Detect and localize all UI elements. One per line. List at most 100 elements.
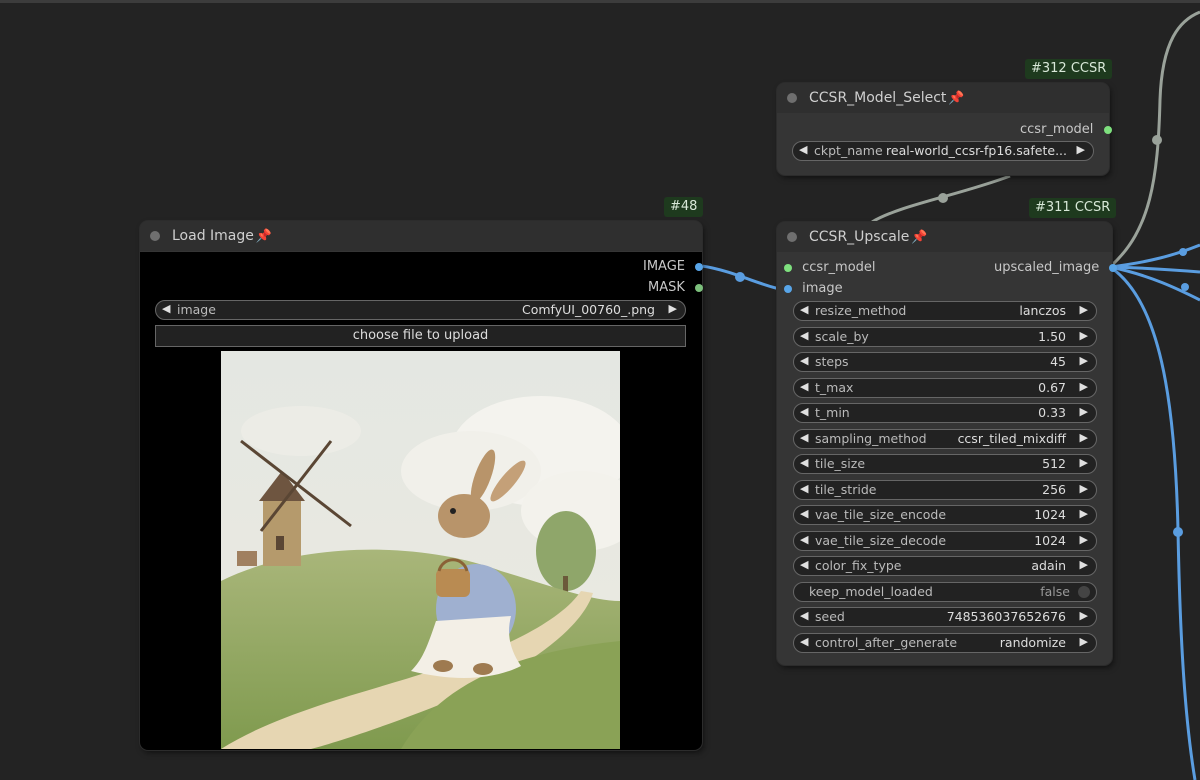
decrement-arrow-icon[interactable]: ◀	[800, 431, 808, 444]
output-slot-image[interactable]: IMAGE	[643, 259, 704, 274]
link-upscaled-out-1	[1109, 243, 1200, 269]
input-slot-ccsr-model[interactable]: ccsr_model	[784, 260, 876, 275]
increment-arrow-icon[interactable]: ▶	[1080, 380, 1088, 393]
decrement-arrow-icon[interactable]: ◀	[800, 380, 808, 393]
slot-label: upscaled_image	[994, 260, 1100, 275]
increment-arrow-icon[interactable]: ▶	[1080, 635, 1088, 648]
input-slot-image[interactable]: image	[784, 281, 843, 296]
increment-arrow-icon[interactable]: ▶	[669, 302, 677, 315]
decrement-arrow-icon[interactable]: ◀	[800, 456, 808, 469]
widget-vae-tile-size-encode[interactable]: ◀ vae_tile_size_encode 1024 ▶	[793, 505, 1097, 525]
widget-value: 1.50	[1038, 328, 1066, 344]
increment-arrow-icon[interactable]: ▶	[1080, 303, 1088, 316]
decrement-arrow-icon[interactable]: ◀	[800, 482, 808, 495]
widget-steps[interactable]: ◀ steps 45 ▶	[793, 352, 1097, 372]
decrement-arrow-icon[interactable]: ◀	[800, 558, 808, 571]
widget-label: t_max	[815, 379, 854, 395]
slot-label: ccsr_model	[802, 260, 876, 275]
decrement-arrow-icon[interactable]: ◀	[800, 354, 808, 367]
output-slot-upscaled-image[interactable]: upscaled_image	[994, 260, 1118, 275]
node-id-badge: #311 CCSR	[1029, 198, 1117, 218]
widget-label: steps	[815, 354, 849, 369]
node-title: CCSR_Upscale	[809, 229, 910, 245]
pin-icon: 📌	[948, 90, 965, 106]
widget-seed[interactable]: ◀ seed 748536037652676 ▶	[793, 607, 1097, 627]
link-reroute-dot	[1173, 527, 1183, 537]
widget-color-fix-type[interactable]: ◀ color_fix_type adain ▶	[793, 556, 1097, 576]
choose-file-button[interactable]: choose file to upload	[155, 325, 686, 347]
node-header[interactable]: CCSR_Upscale 📌	[777, 222, 1112, 252]
node-header[interactable]: Load Image 📌	[140, 221, 702, 251]
slot-dot-icon[interactable]	[695, 262, 704, 271]
widget-keep-model-loaded[interactable]: keep_model_loaded false	[793, 581, 1097, 602]
decrement-arrow-icon[interactable]: ◀	[800, 635, 808, 648]
increment-arrow-icon[interactable]: ▶	[1080, 354, 1088, 367]
slot-dot-icon[interactable]	[784, 284, 792, 293]
widget-label: keep_model_loaded	[809, 583, 933, 599]
collapse-dot-icon[interactable]	[150, 231, 160, 241]
widget-label: sampling_method	[815, 430, 927, 446]
increment-arrow-icon[interactable]: ▶	[1080, 507, 1088, 520]
widget-value: false	[1040, 583, 1070, 599]
widget-label: color_fix_type	[815, 558, 902, 573]
decrement-arrow-icon[interactable]: ◀	[162, 302, 170, 315]
widget-vae-tile-size-decode[interactable]: ◀ vae_tile_size_decode 1024 ▶	[793, 530, 1097, 551]
link-reroute-dot	[1152, 135, 1162, 145]
decrement-arrow-icon[interactable]: ◀	[799, 143, 807, 156]
widget-value: 1024	[1034, 532, 1066, 548]
image-combo-widget[interactable]: ◀ image ComfyUI_00760_.png ▶	[155, 300, 686, 320]
increment-arrow-icon[interactable]: ▶	[1080, 533, 1088, 546]
widget-control-after-generate[interactable]: ◀ control_after_generate randomize ▶	[793, 632, 1097, 653]
widget-tile-size[interactable]: ◀ tile_size 512 ▶	[793, 454, 1097, 474]
widget-t-min[interactable]: ◀ t_min 0.33 ▶	[793, 403, 1097, 423]
decrement-arrow-icon[interactable]: ◀	[800, 609, 808, 622]
decrement-arrow-icon[interactable]: ◀	[800, 533, 808, 546]
decrement-arrow-icon[interactable]: ◀	[800, 329, 808, 342]
toggle-knob-icon[interactable]	[1078, 585, 1090, 598]
slot-label: image	[802, 281, 843, 296]
slot-dot-icon[interactable]	[695, 283, 704, 292]
widget-label: t_min	[815, 405, 850, 420]
widget-value: randomize	[999, 634, 1066, 650]
widget-value: 0.67	[1038, 379, 1066, 395]
increment-arrow-icon[interactable]: ▶	[1077, 143, 1085, 156]
decrement-arrow-icon[interactable]: ◀	[800, 405, 808, 418]
widget-scale-by[interactable]: ◀ scale_by 1.50 ▶	[793, 326, 1097, 347]
widget-value: 1024	[1034, 507, 1066, 522]
widget-label: image	[177, 302, 216, 317]
widget-label: resize_method	[815, 303, 907, 318]
slot-dot-icon[interactable]	[784, 263, 792, 272]
widget-value: 748536037652676	[946, 609, 1066, 624]
increment-arrow-icon[interactable]: ▶	[1080, 558, 1088, 571]
slot-dot-icon[interactable]	[1103, 125, 1112, 134]
widget-t-max[interactable]: ◀ t_max 0.67 ▶	[793, 377, 1097, 398]
widget-value: 256	[1042, 481, 1066, 497]
output-slot-mask[interactable]: MASK	[648, 280, 704, 295]
link-reroute-dot	[938, 193, 948, 203]
node-header[interactable]: CCSR_Model_Select 📌	[777, 83, 1109, 113]
widget-value: real-world_ccsr-fp16.safete...	[886, 143, 1067, 158]
increment-arrow-icon[interactable]: ▶	[1080, 431, 1088, 444]
collapse-dot-icon[interactable]	[787, 232, 797, 242]
increment-arrow-icon[interactable]: ▶	[1080, 609, 1088, 622]
increment-arrow-icon[interactable]: ▶	[1080, 482, 1088, 495]
widget-tile-stride[interactable]: ◀ tile_stride 256 ▶	[793, 479, 1097, 500]
slot-dot-icon[interactable]	[1109, 263, 1118, 272]
widget-resize-method[interactable]: ◀ resize_method lanczos ▶	[793, 301, 1097, 321]
decrement-arrow-icon[interactable]: ◀	[800, 303, 808, 316]
ckpt-name-combo-widget[interactable]: ◀ ckpt_name real-world_ccsr-fp16.safete.…	[792, 141, 1094, 161]
decrement-arrow-icon[interactable]: ◀	[800, 507, 808, 520]
pin-icon: 📌	[255, 228, 273, 244]
increment-arrow-icon[interactable]: ▶	[1080, 329, 1088, 342]
widget-label: ckpt_name	[814, 143, 883, 158]
widget-label: scale_by	[815, 328, 869, 344]
increment-arrow-icon[interactable]: ▶	[1080, 405, 1088, 418]
widget-sampling-method[interactable]: ◀ sampling_method ccsr_tiled_mixdiff ▶	[793, 428, 1097, 449]
link-reroute-dot	[1181, 283, 1189, 291]
widget-label: seed	[815, 609, 845, 624]
increment-arrow-icon[interactable]: ▶	[1080, 456, 1088, 469]
slot-label: IMAGE	[643, 259, 686, 274]
image-preview	[221, 351, 620, 749]
collapse-dot-icon[interactable]	[787, 93, 797, 103]
output-slot-ccsr-model[interactable]: ccsr_model	[1020, 122, 1112, 137]
